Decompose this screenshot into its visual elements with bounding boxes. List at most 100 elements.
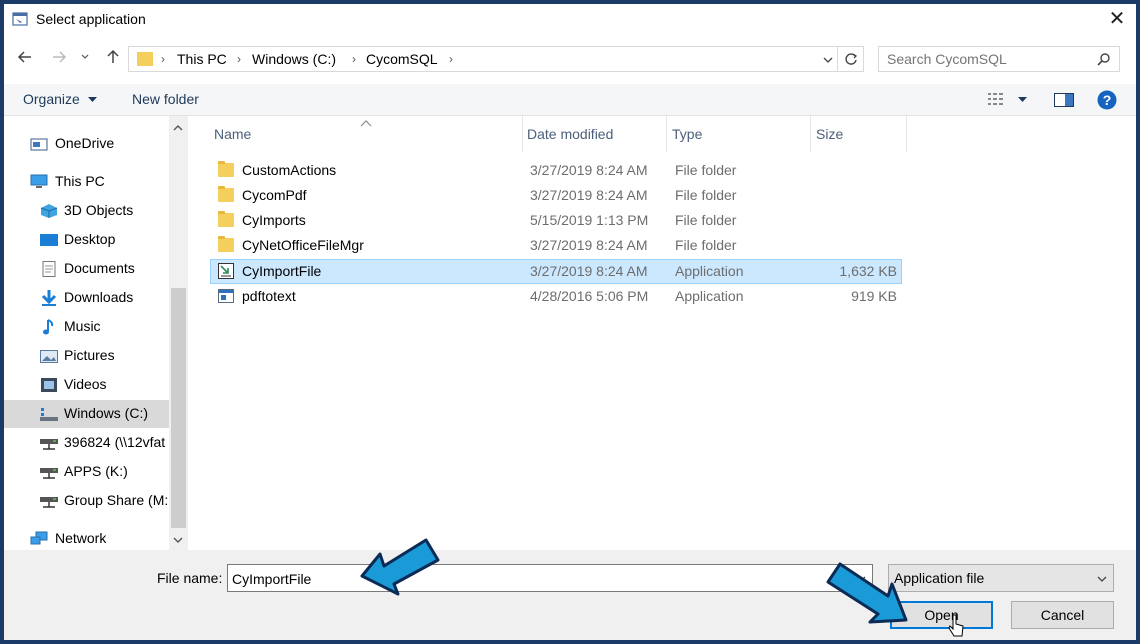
chevron-down-icon[interactable] — [856, 575, 866, 583]
breadcrumb-separator[interactable]: › — [237, 47, 241, 71]
3d-objects-icon — [40, 204, 58, 218]
chevron-down-icon — [1097, 576, 1107, 582]
scroll-down-icon[interactable] — [173, 536, 183, 544]
organize-button[interactable]: Organize — [23, 91, 97, 107]
address-bar[interactable]: › This PC › Windows (C:) › CycomSQL › — [128, 46, 838, 72]
search-input[interactable] — [887, 50, 1087, 68]
file-name: CyImports — [242, 212, 306, 228]
nav-item-label: Network — [55, 530, 107, 546]
folder-icon — [218, 236, 234, 252]
navigation-pane: OneDrive This PC 3D Objects Desktop Docu… — [4, 116, 188, 550]
file-row-cyimports[interactable]: CyImports 5/15/2019 1:13 PM File folder — [210, 208, 902, 233]
column-header-name[interactable]: Name — [214, 116, 251, 152]
file-type: File folder — [675, 162, 737, 178]
nav-item-pictures[interactable]: Pictures — [4, 342, 169, 370]
drive-icon — [40, 408, 58, 421]
nav-item-music[interactable]: Music — [4, 313, 169, 341]
breadcrumb-this-pc[interactable]: This PC — [177, 47, 227, 71]
file-row-pdftotext[interactable]: pdftotext 4/28/2016 5:06 PM Application … — [210, 284, 902, 309]
caret-down-icon — [87, 97, 97, 103]
column-divider[interactable] — [522, 116, 523, 152]
downloads-icon — [41, 290, 57, 306]
window-title: Select application — [36, 11, 146, 27]
nav-item-this-pc[interactable]: This PC — [4, 168, 169, 196]
breadcrumb-separator: › — [161, 52, 165, 66]
file-name-input[interactable] — [232, 570, 832, 588]
nav-item-label: Windows (C:) — [64, 405, 149, 421]
nav-item-label: 396824 (\\12vfat — [64, 434, 166, 450]
forward-arrow-icon — [53, 51, 67, 63]
folder-icon — [218, 186, 234, 202]
search-box[interactable] — [878, 46, 1120, 72]
scroll-up-icon[interactable] — [173, 124, 183, 132]
application-icon — [218, 289, 234, 303]
breadcrumb-windows-c[interactable]: Windows (C:) — [252, 47, 336, 71]
up-arrow-icon — [107, 49, 119, 63]
address-dropdown-icon[interactable] — [823, 55, 833, 65]
nav-item-label: Desktop — [64, 231, 116, 247]
help-icon[interactable]: ? — [1097, 90, 1117, 110]
column-divider[interactable] — [810, 116, 811, 152]
cancel-button[interactable]: Cancel — [1011, 601, 1114, 629]
breadcrumb-separator[interactable]: › — [352, 47, 356, 71]
column-header-type[interactable]: Type — [672, 116, 702, 152]
file-date: 3/27/2019 8:24 AM — [530, 187, 648, 203]
nav-item-label: Documents — [64, 260, 135, 276]
file-date: 4/28/2016 5:06 PM — [530, 288, 649, 304]
file-date: 3/27/2019 8:24 AM — [530, 263, 648, 279]
column-header-date[interactable]: Date modified — [527, 116, 613, 152]
refresh-button[interactable] — [838, 46, 864, 72]
nav-item-label: Pictures — [64, 347, 115, 363]
file-name: CyNetOfficeFileMgr — [242, 237, 364, 253]
file-row-cyimportfile[interactable]: CyImportFile 3/27/2019 8:24 AM Applicati… — [210, 259, 902, 284]
nav-item-documents[interactable]: Documents — [4, 255, 169, 283]
file-type: File folder — [675, 187, 737, 203]
application-icon — [218, 263, 234, 279]
column-divider[interactable] — [666, 116, 667, 152]
column-header-size[interactable]: Size — [816, 116, 843, 152]
column-divider[interactable] — [906, 116, 907, 152]
file-row-customactions[interactable]: CustomActions 3/27/2019 8:24 AM File fol… — [210, 158, 902, 183]
refresh-icon — [844, 53, 857, 65]
file-date: 3/27/2019 8:24 AM — [530, 162, 648, 178]
change-view-button[interactable] — [988, 92, 1028, 110]
nav-item-windows-c[interactable]: Windows (C:) — [4, 400, 169, 428]
close-icon: ✕ — [1108, 8, 1126, 30]
new-folder-button[interactable]: New folder — [132, 91, 199, 107]
breadcrumb-separator[interactable]: › — [449, 47, 453, 71]
file-row-cycompdf[interactable]: CycomPdf 3/27/2019 8:24 AM File folder — [210, 183, 902, 208]
forward-button[interactable] — [48, 46, 70, 68]
breadcrumb-cycomsql[interactable]: CycomSQL — [366, 47, 438, 71]
nav-item-downloads[interactable]: Downloads — [4, 284, 169, 312]
nav-item-videos[interactable]: Videos — [4, 371, 169, 399]
nav-item-network-drive-396824[interactable]: 396824 (\\12vfat — [4, 429, 169, 457]
close-button[interactable]: ✕ — [1102, 5, 1132, 33]
recent-locations-button[interactable] — [78, 46, 92, 68]
file-row-cynetofficefilemgr[interactable]: CyNetOfficeFileMgr 3/27/2019 8:24 AM Fil… — [210, 233, 902, 258]
nav-item-group-share-m[interactable]: Group Share (M: — [4, 487, 169, 515]
file-size: 919 KB — [851, 288, 897, 304]
nav-item-onedrive[interactable]: OneDrive — [4, 130, 169, 158]
preview-pane-icon[interactable] — [1054, 93, 1074, 107]
back-button[interactable] — [14, 46, 36, 68]
nav-item-desktop[interactable]: Desktop — [4, 226, 169, 254]
file-name: pdftotext — [242, 288, 296, 304]
search-icon — [1097, 53, 1110, 66]
chevron-down-icon — [81, 54, 89, 59]
folder-icon — [218, 211, 234, 227]
nav-item-3d-objects[interactable]: 3D Objects — [4, 197, 169, 225]
file-name-combobox[interactable] — [227, 564, 873, 592]
nav-item-network[interactable]: Network — [4, 525, 169, 553]
nav-item-apps-k[interactable]: APPS (K:) — [4, 458, 169, 486]
open-button[interactable]: Open — [890, 601, 993, 629]
nav-item-label: APPS (K:) — [64, 463, 128, 479]
folder-icon — [218, 161, 234, 177]
file-type-filter[interactable]: Application file — [888, 564, 1114, 592]
nav-scroll-thumb[interactable] — [171, 288, 186, 528]
music-icon — [43, 319, 54, 335]
documents-icon — [42, 261, 56, 277]
file-type: Application — [675, 288, 744, 304]
organize-label: Organize — [23, 91, 80, 107]
up-button[interactable] — [102, 46, 124, 68]
nav-item-label: 3D Objects — [64, 202, 134, 218]
